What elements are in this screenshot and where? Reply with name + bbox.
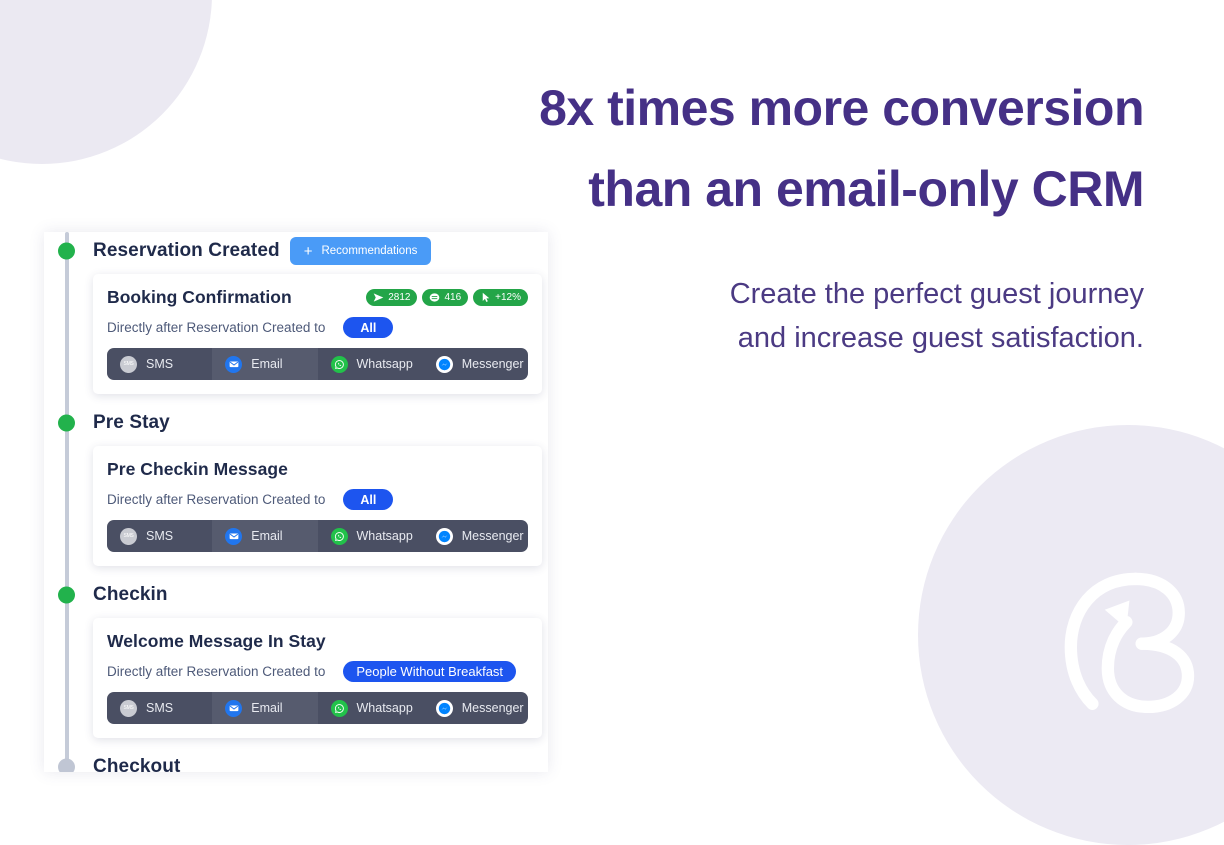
stat-badge-sent: 2812 [366, 289, 418, 306]
sms-icon: SMS [120, 527, 137, 545]
sms-icon: SMS [120, 355, 137, 373]
channel-option-sms[interactable]: SMS SMS [107, 520, 212, 552]
page-subheadline: Create the perfect guest journey and inc… [544, 272, 1144, 360]
channel-option-sms[interactable]: SMS SMS [107, 692, 212, 724]
card-title: Welcome Message In Stay [107, 631, 326, 651]
stage-title: Pre Stay [93, 412, 170, 433]
channel-label: Messenger [461, 529, 524, 543]
channel-label: SMS [146, 529, 174, 543]
sms-icon: SMS [120, 699, 137, 717]
subheadline-line-1: Create the perfect guest journey [729, 278, 1144, 310]
corner-decoration-shape [0, 0, 212, 164]
audience-pill[interactable]: People Without Breakfast [343, 661, 517, 682]
plus-icon: + [303, 242, 313, 260]
timeline-dot-icon [58, 242, 75, 260]
subheadline-line-2: and increase guest satisfaction. [737, 322, 1144, 355]
timeline-dot-icon [58, 414, 75, 432]
channel-label: SMS [146, 701, 174, 715]
channel-label: Whatsapp [356, 701, 413, 715]
trigger-text: Directly after Reservation Created to [107, 664, 326, 679]
recommendations-label: Recommendations [321, 245, 418, 257]
channel-selector-bar: SMS SMS Email Whatsapp Messenger [107, 348, 528, 380]
stage-header: Checkin [44, 576, 548, 614]
channel-option-messenger[interactable]: Messenger [423, 692, 528, 724]
stat-value: 2812 [388, 292, 411, 303]
timeline-dot-icon [58, 758, 75, 772]
channel-selector-bar: SMS SMS Email Whatsapp Messenger [107, 520, 528, 552]
journey-stage-checkin: Checkin Welcome Message In Stay Directly… [44, 576, 548, 738]
timeline-dot-icon [58, 586, 75, 604]
stage-title: Checkin [93, 584, 168, 605]
stat-badge-replies: 416 [422, 289, 469, 306]
journey-stage-reservation-created: Reservation Created + Recommendations Bo… [44, 232, 548, 394]
stage-header: Reservation Created + Recommendations [44, 232, 548, 270]
message-card[interactable]: Pre Checkin Message Directly after Reser… [93, 446, 542, 566]
card-stats-group: 2812 416 +12% [366, 289, 528, 306]
headline-line-1: 8x times more conversion [539, 80, 1144, 136]
whatsapp-icon [330, 527, 348, 545]
guest-journey-panel: Reservation Created + Recommendations Bo… [44, 232, 548, 772]
channel-option-messenger[interactable]: Messenger [423, 520, 528, 552]
journey-stage-checkout: Checkout [44, 748, 548, 772]
channel-option-sms[interactable]: SMS SMS [107, 348, 212, 380]
stage-header: Pre Stay [44, 404, 548, 442]
card-trigger-row: Directly after Reservation Created to Pe… [107, 661, 528, 682]
channel-option-email[interactable]: Email [212, 348, 318, 380]
channel-option-whatsapp[interactable]: Whatsapp [318, 348, 423, 380]
channel-label: SMS [146, 357, 174, 371]
chat-bubble-icon [430, 293, 440, 302]
card-trigger-row: Directly after Reservation Created to Al… [107, 489, 528, 510]
channel-label: Email [251, 529, 283, 543]
envelope-icon [225, 355, 243, 373]
channel-option-messenger[interactable]: Messenger [423, 348, 528, 380]
stage-header: Checkout [44, 748, 548, 772]
send-icon [373, 293, 384, 302]
trigger-text: Directly after Reservation Created to [107, 320, 326, 335]
message-card[interactable]: Welcome Message In Stay Directly after R… [93, 618, 542, 738]
card-trigger-row: Directly after Reservation Created to Al… [107, 317, 528, 338]
stat-badge-conversion: +12% [473, 289, 528, 306]
channel-label: Messenger [461, 357, 524, 371]
whatsapp-icon [330, 699, 348, 717]
messenger-icon [435, 355, 453, 373]
channel-label: Email [251, 357, 283, 371]
card-title: Booking Confirmation [107, 287, 292, 307]
trigger-text: Directly after Reservation Created to [107, 492, 326, 507]
message-card[interactable]: Booking Confirmation 2812 416 +12% Direc… [93, 274, 542, 394]
channel-option-whatsapp[interactable]: Whatsapp [318, 692, 423, 724]
channel-option-whatsapp[interactable]: Whatsapp [318, 520, 423, 552]
audience-pill[interactable]: All [343, 317, 394, 338]
card-header-row: Welcome Message In Stay [107, 631, 528, 652]
headline-line-2: than an email-only CRM [588, 161, 1144, 217]
channel-label: Email [251, 701, 283, 715]
card-header-row: Pre Checkin Message [107, 459, 528, 480]
messenger-icon [435, 527, 453, 545]
channel-label: Messenger [461, 701, 524, 715]
page-headline: 8x times more conversion than an email-o… [384, 68, 1144, 230]
stat-value: 416 [444, 292, 462, 303]
card-title: Pre Checkin Message [107, 459, 288, 479]
whatsapp-icon [330, 355, 348, 373]
messenger-icon [435, 699, 453, 717]
stage-title: Checkout [93, 756, 181, 772]
card-header-row: Booking Confirmation 2812 416 +12% [107, 287, 528, 308]
journey-stage-pre-stay: Pre Stay Pre Checkin Message Directly af… [44, 404, 548, 566]
audience-pill[interactable]: All [343, 489, 394, 510]
channel-option-email[interactable]: Email [212, 692, 318, 724]
cursor-click-icon [482, 292, 490, 302]
channel-label: Whatsapp [356, 357, 413, 371]
brand-b-logo-icon [1040, 545, 1224, 730]
channel-option-email[interactable]: Email [212, 520, 318, 552]
envelope-icon [225, 527, 243, 545]
channel-selector-bar: SMS SMS Email Whatsapp Messenger [107, 692, 528, 724]
add-recommendations-button[interactable]: + Recommendations [289, 237, 432, 265]
stage-title: Reservation Created [93, 240, 280, 261]
stat-value: +12% [495, 292, 521, 303]
envelope-icon [225, 699, 243, 717]
channel-label: Whatsapp [356, 529, 413, 543]
